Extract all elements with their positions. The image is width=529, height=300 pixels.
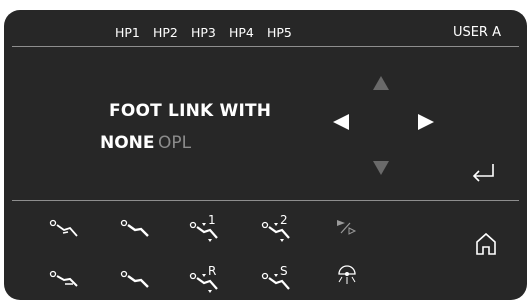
memory-2-icon[interactable]: 2	[260, 213, 296, 243]
tab-hp4[interactable]: HP4	[229, 25, 254, 40]
memory-1-label: 1	[208, 213, 216, 227]
memory-r-label: R	[208, 264, 216, 278]
memory-s-icon[interactable]: S	[260, 264, 296, 294]
memory-r-icon[interactable]: R	[188, 264, 224, 294]
arrow-up-icon[interactable]	[373, 76, 389, 90]
footer-divider	[12, 200, 519, 201]
option-opl[interactable]: OPL	[158, 133, 191, 153]
home-icon[interactable]	[474, 232, 498, 256]
chair-position-2-icon[interactable]	[119, 217, 151, 241]
memory-1-icon[interactable]: 1	[188, 213, 224, 243]
tab-hp1[interactable]: HP1	[115, 25, 140, 40]
chair-up-position-icon[interactable]	[48, 268, 80, 292]
option-none[interactable]: NONE	[100, 133, 155, 153]
chair-down-position-icon[interactable]	[119, 268, 151, 292]
arrow-right-icon[interactable]	[418, 114, 434, 130]
operating-light-icon[interactable]	[336, 264, 358, 288]
tab-hp5[interactable]: HP5	[267, 25, 292, 40]
arrow-left-icon[interactable]	[333, 114, 349, 130]
chair-position-1-icon[interactable]	[48, 217, 80, 241]
tab-hp2[interactable]: HP2	[153, 25, 178, 40]
memory-2-label: 2	[280, 213, 288, 227]
page-title: FOOT LINK WITH	[109, 101, 272, 121]
user-label[interactable]: USER A	[453, 25, 501, 40]
play-step-icon[interactable]	[337, 218, 359, 236]
control-panel: HP1 HP2 HP3 HP4 HP5 USER A FOOT LINK WIT…	[4, 10, 527, 300]
tab-hp3[interactable]: HP3	[191, 25, 216, 40]
enter-icon[interactable]	[470, 162, 496, 182]
header-divider	[12, 46, 519, 47]
memory-s-label: S	[280, 264, 288, 278]
arrow-down-icon[interactable]	[373, 161, 389, 175]
